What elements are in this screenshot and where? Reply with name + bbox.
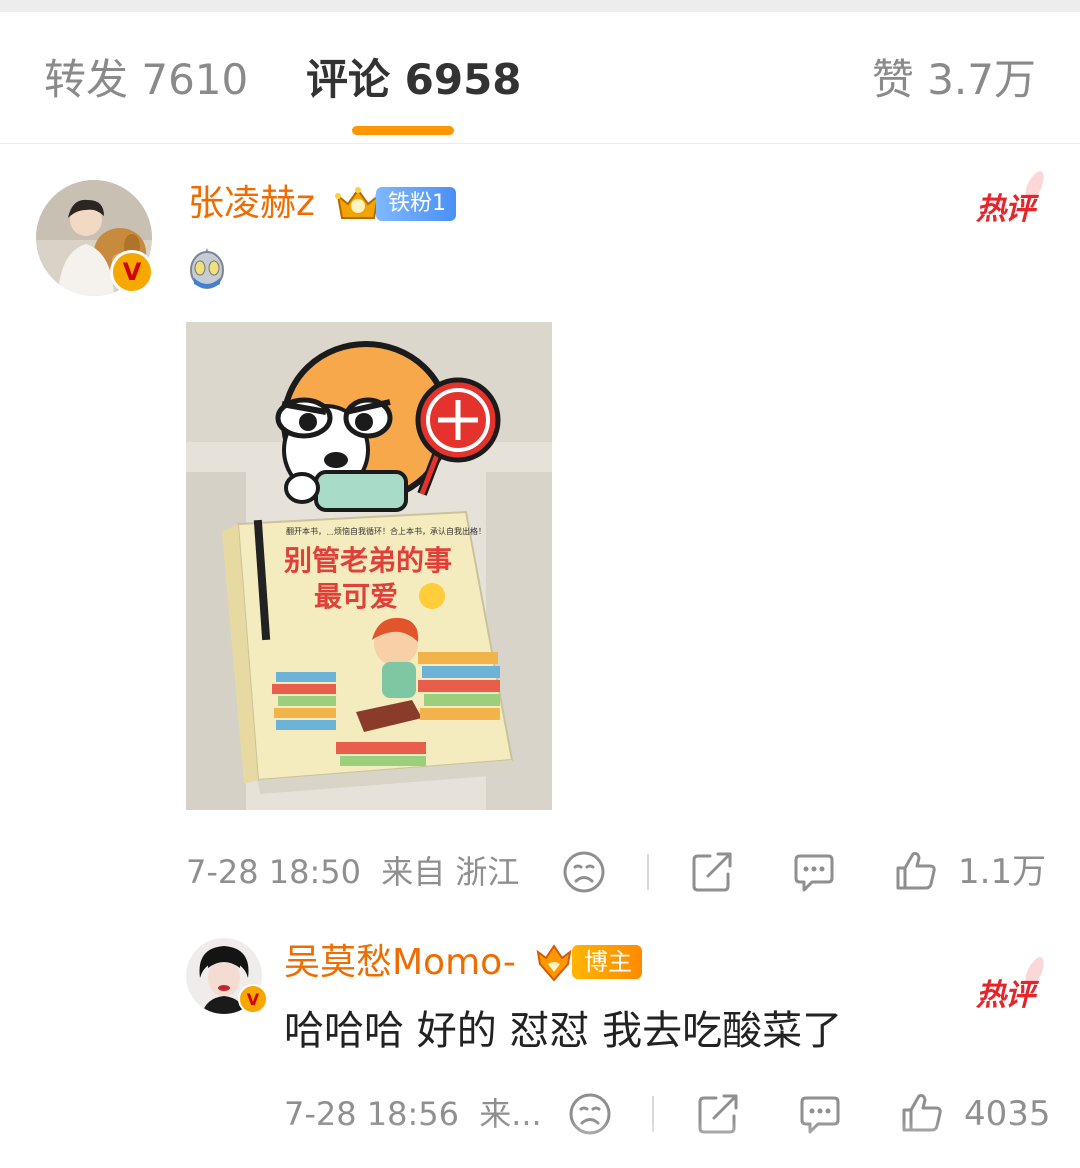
blogger-badge: 博主 (532, 942, 642, 982)
comment-image[interactable]: 翻开本书，␣烦恼自我循环！合上本书，承认自我出格！ 别管老弟的事 最可爱 (186, 322, 552, 810)
reply-like-count: 4035 (964, 1094, 1051, 1134)
divider (647, 854, 649, 890)
comment-icon[interactable] (792, 850, 836, 894)
reply-time: 7-28 18:56 (284, 1095, 460, 1133)
like-count: 1.1万 (958, 852, 1047, 892)
fan-badge-label: 铁粉1 (376, 187, 456, 221)
tab-like[interactable]: 赞 3.7万 (872, 54, 1036, 106)
ultraman-icon (190, 248, 224, 289)
tab-bar: 转发 7610 评论 6958 赞 3.7万 (0, 12, 1080, 144)
thumbs-up-icon[interactable] (894, 848, 938, 892)
comment-time: 7-28 18:50 (186, 853, 362, 891)
hot-comment-tag: 热评 (976, 970, 1035, 1014)
avatar[interactable]: V (186, 938, 268, 1014)
top-strip (0, 0, 1080, 12)
book-title-line1: 别管老弟的事 (284, 544, 452, 577)
comment-meta: 7-28 18:50 来自 浙江 (186, 852, 519, 892)
hot-comment-tag: 热评 (976, 184, 1035, 228)
fan-badge: 铁粉1 (334, 184, 456, 224)
thumbs-up-icon[interactable] (900, 1090, 944, 1134)
share-icon[interactable] (696, 1092, 740, 1136)
tab-active-indicator (352, 126, 454, 135)
verified-badge-icon: V (110, 250, 154, 294)
comment-username[interactable]: 张凌赫z (188, 182, 315, 226)
share-icon[interactable] (690, 850, 734, 894)
crown-icon (335, 187, 381, 219)
avatar[interactable]: V (36, 180, 154, 296)
divider (652, 1096, 654, 1132)
verified-badge-icon: V (238, 984, 268, 1014)
tab-repost[interactable]: 转发 7610 (44, 54, 248, 106)
dislike-face-icon[interactable] (568, 1092, 612, 1136)
reply-text: 哈哈哈 好的 怼怼 我去吃酸菜了 (284, 1008, 843, 1054)
reply-meta: 7-28 18:56 来... (284, 1094, 542, 1134)
book-title-line2: 最可爱 (314, 580, 398, 613)
reply-source: 来... (479, 1095, 542, 1133)
blogger-badge-label: 博主 (572, 945, 642, 979)
comment-icon[interactable] (798, 1092, 842, 1136)
comment-source: 来自 浙江 (381, 853, 520, 891)
book-top-line: 翻开本书，␣烦恼自我循环！合上本书，承认自我出格！ (286, 526, 486, 536)
tab-comment[interactable]: 评论 6958 (306, 54, 522, 106)
blogger-heart-icon (536, 944, 572, 982)
dislike-face-icon[interactable] (562, 850, 606, 894)
reply-username[interactable]: 吴莫愁Momo- (284, 941, 516, 985)
